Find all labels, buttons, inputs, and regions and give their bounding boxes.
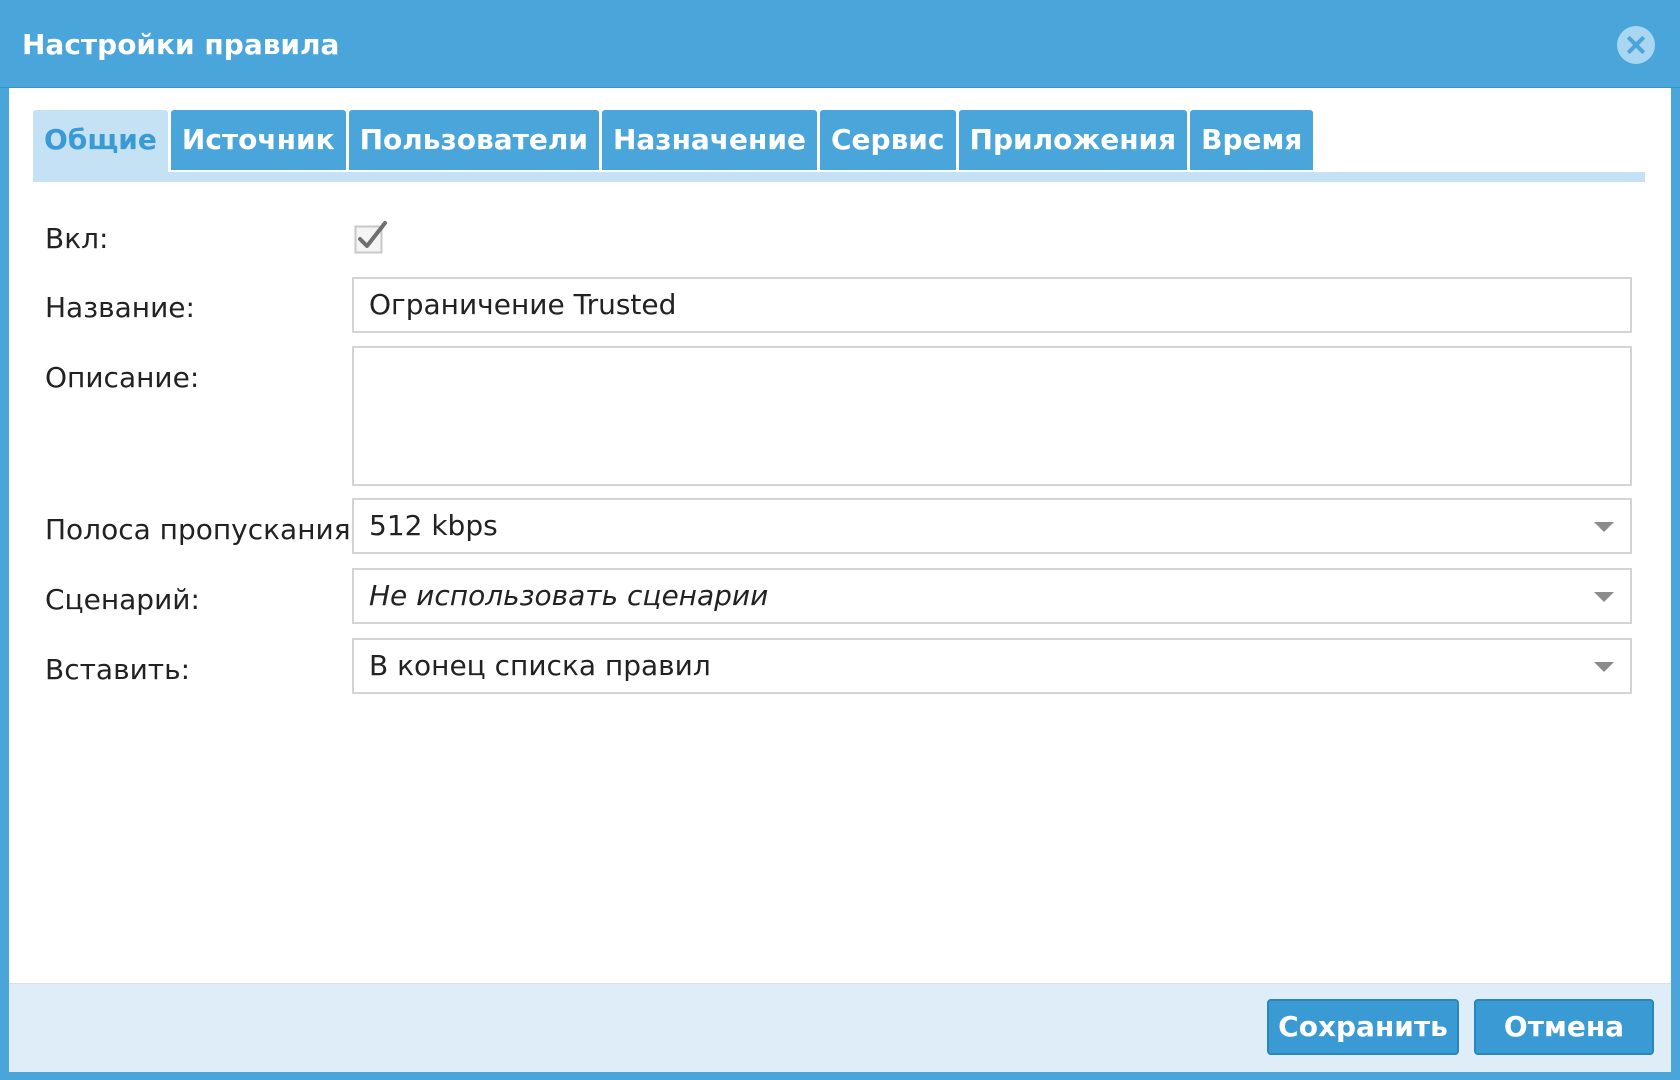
chevron-down-icon[interactable] [1594,592,1614,602]
dialog-titlebar: Настройки правила [0,0,1680,88]
tab-bar: Общие Источник Пользователи Назначение С… [33,110,1314,172]
name-label: Название: [45,291,195,324]
save-button[interactable]: Сохранить [1267,999,1459,1055]
description-label: Описание: [45,361,200,394]
rule-settings-dialog: Настройки правила Общие Источник Пользов… [0,0,1680,1080]
enabled-label: Вкл: [45,222,109,255]
bandwidth-select[interactable]: 512 kbps [352,498,1632,554]
bandwidth-value: 512 kbps [369,509,498,542]
enabled-checkbox[interactable] [354,220,388,254]
tab-applications[interactable]: Приложения [958,110,1188,170]
description-textarea[interactable] [352,346,1632,486]
tab-destination[interactable]: Назначение [601,110,817,170]
chevron-down-icon[interactable] [1594,662,1614,672]
bandwidth-label: Полоса пропускания: [45,513,360,546]
insert-label: Вставить: [45,653,191,686]
dialog-footer: Сохранить Отмена [9,983,1671,1072]
tab-time[interactable]: Время [1190,110,1314,170]
close-icon[interactable] [1617,26,1655,64]
insert-select[interactable]: В конец списка правил [352,638,1632,694]
chevron-down-icon[interactable] [1594,522,1614,532]
cancel-button[interactable]: Отмена [1474,999,1654,1055]
name-input[interactable]: Ограничение Trusted [352,277,1632,333]
scenario-value: Не использовать сценарии [369,579,769,612]
scenario-label: Сценарий: [45,583,200,616]
tab-users[interactable]: Пользователи [348,110,599,170]
tab-source[interactable]: Источник [170,110,346,170]
dialog-body: Общие Источник Пользователи Назначение С… [9,88,1671,983]
tab-general[interactable]: Общие [33,110,168,172]
name-value: Ограничение Trusted [369,288,677,321]
insert-value: В конец списка правил [369,649,711,682]
tab-strip [33,172,1645,182]
dialog-title: Настройки правила [22,28,340,61]
scenario-select[interactable]: Не использовать сценарии [352,568,1632,624]
tab-service[interactable]: Сервис [819,110,956,170]
